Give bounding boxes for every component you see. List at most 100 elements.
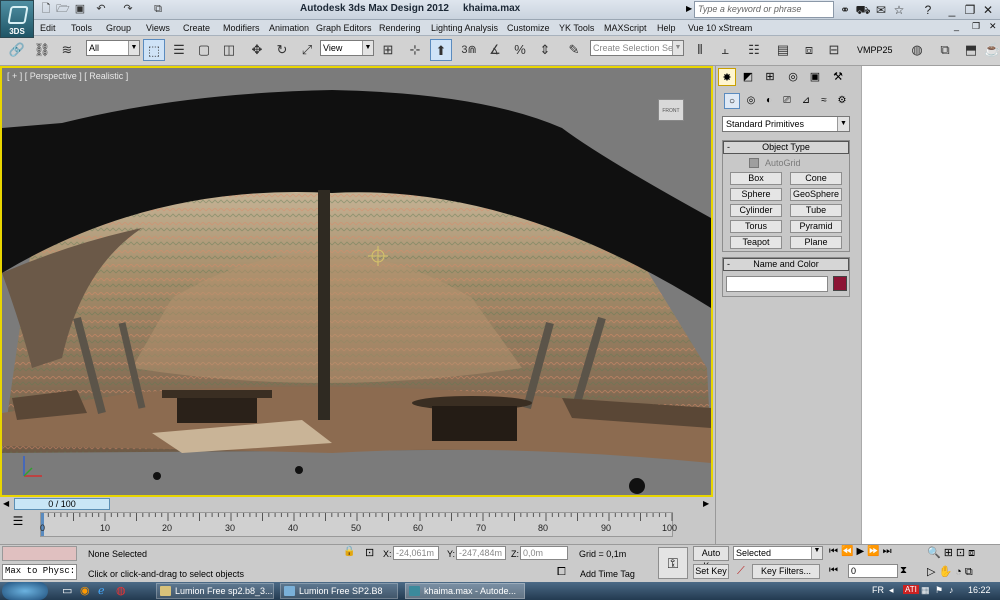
graphite-toolset-icon[interactable]: ▤ <box>772 39 794 61</box>
play-icon[interactable]: ▶ <box>856 546 867 557</box>
object-color-swatch[interactable] <box>833 276 847 291</box>
taskbar-item-3dsmax[interactable]: khaima.max - Autode... <box>405 583 525 599</box>
show-desktop-icon[interactable]: ▭ <box>62 584 72 597</box>
tray-expand-icon[interactable]: ◂ <box>889 585 894 596</box>
select-rotate-icon[interactable]: ↻ <box>271 39 293 61</box>
menu-edit[interactable]: Edit <box>40 23 56 33</box>
teapot-button[interactable]: Teapot <box>730 236 782 249</box>
ie-icon[interactable]: ℯ <box>98 584 105 597</box>
systems-icon[interactable]: ⚙ <box>834 93 850 109</box>
zoom-all-icon[interactable]: ⊞ <box>944 547 956 559</box>
key-mode-toggle-icon[interactable]: ⏮ <box>829 565 838 576</box>
doc-restore-button[interactable]: ❐ <box>972 21 980 32</box>
menu-rendering[interactable]: Rendering <box>379 23 421 33</box>
render-setup-icon[interactable]: ⧉ <box>934 39 956 61</box>
binoculars-icon[interactable]: ⚭ <box>837 2 853 18</box>
select-manipulate-icon[interactable]: ⊹ <box>404 39 426 61</box>
close-button[interactable]: ✕ <box>980 2 996 18</box>
autogrid-checkbox[interactable] <box>749 158 759 168</box>
chrome-icon[interactable]: ◍ <box>116 584 126 597</box>
hierarchy-tab-icon[interactable]: ⊞ <box>761 68 779 86</box>
material-editor-icon[interactable]: ◍ <box>906 39 928 61</box>
sphere-button[interactable]: Sphere <box>730 188 782 201</box>
next-frame-icon[interactable]: ⏩ <box>867 546 882 557</box>
window-crossing-icon[interactable]: ◫ <box>218 39 240 61</box>
mirror-icon[interactable]: ⫴ <box>689 39 711 61</box>
geosphere-button[interactable]: GeoSphere <box>790 188 842 201</box>
firefox-icon[interactable]: ◉ <box>80 584 90 597</box>
named-selection-set-input[interactable]: Create Selection Se ▼ <box>590 40 684 56</box>
helpers-icon[interactable]: ⊿ <box>798 93 814 109</box>
taskbar-item-lumion[interactable]: Lumion Free SP2.B8 <box>280 583 398 599</box>
menu-yk-tools[interactable]: YK Tools <box>559 23 594 33</box>
subscription-icon[interactable]: ⛟ <box>855 2 871 18</box>
search-input[interactable]: Type a keyword or phrase <box>694 1 834 18</box>
menu-customize[interactable]: Customize <box>507 23 550 33</box>
display-tab-icon[interactable]: ▣ <box>806 68 824 86</box>
pan-icon[interactable]: ✋ <box>938 566 955 578</box>
auto-key-button[interactable]: Auto Key <box>693 546 729 571</box>
start-button[interactable] <box>2 582 48 600</box>
expand-arrow-icon[interactable]: ▶ <box>686 4 692 13</box>
rectangular-region-icon[interactable]: ▢ <box>193 39 215 61</box>
time-slider-thumb[interactable]: 0 / 100 <box>14 498 110 510</box>
set-key-button[interactable]: Set Key <box>693 564 729 579</box>
selection-filter-select[interactable]: All ▼ <box>86 40 140 56</box>
add-time-tag[interactable]: Add Time Tag <box>580 569 635 579</box>
box-button[interactable]: Box <box>730 172 782 185</box>
menu-create[interactable]: Create <box>183 23 210 33</box>
favorites-star-icon[interactable]: ☆ <box>891 2 907 18</box>
bind-space-warp-icon[interactable]: ≋ <box>56 39 78 61</box>
tray-flag-icon[interactable]: ⚑ <box>935 585 943 596</box>
menu-animation[interactable]: Animation <box>269 23 309 33</box>
ati-icon[interactable]: ATI <box>903 585 919 594</box>
undo-icon[interactable]: ↶ <box>93 2 109 17</box>
tube-button[interactable]: Tube <box>790 204 842 217</box>
absolute-mode-icon[interactable]: ⊡ <box>365 546 374 559</box>
x-coordinate-field[interactable]: -24,061m <box>393 546 439 560</box>
geometry-icon[interactable]: ○ <box>724 93 740 109</box>
orbit-icon[interactable]: ◔ <box>955 566 965 578</box>
percent-snap-icon[interactable]: % <box>509 39 531 61</box>
key-mode-select[interactable]: Selected ▼ <box>733 546 823 560</box>
taskbar-item-lumion-folder[interactable]: Lumion Free sp2.b8_3.... <box>156 583 274 599</box>
object-type-header[interactable]: - Object Type <box>723 141 849 154</box>
time-slider-next-icon[interactable]: ▶ <box>703 499 709 508</box>
menu-tools[interactable]: Tools <box>71 23 92 33</box>
viewport-label[interactable]: [ + ] [ Perspective ] [ Realistic ] <box>7 71 128 81</box>
language-indicator[interactable]: FR <box>872 585 884 595</box>
current-frame-field[interactable]: 0 <box>848 564 898 578</box>
perspective-viewport[interactable]: [ + ] [ Perspective ] [ Realistic ] FRON… <box>0 66 713 497</box>
select-scale-icon[interactable]: ⤢ <box>296 39 318 61</box>
select-object-icon[interactable]: ⬚ <box>143 39 165 61</box>
schematic-view-icon[interactable]: ⊟ <box>823 39 845 61</box>
render-production-icon[interactable]: ☕ <box>984 39 1000 61</box>
project-folder-icon[interactable]: ⧉ <box>150 2 166 17</box>
menu-vue-xstream[interactable]: Vue 10 xStream <box>688 23 752 33</box>
time-slider-prev-icon[interactable]: ◀ <box>3 499 9 508</box>
layer-manager-icon[interactable]: ☷ <box>743 39 765 61</box>
angle-snap-icon[interactable]: ∡ <box>484 39 506 61</box>
menu-help[interactable]: Help <box>657 23 676 33</box>
tray-network-icon[interactable]: ▦ <box>921 585 930 596</box>
time-configuration-icon[interactable]: ⧗ <box>900 565 907 576</box>
y-coordinate-field[interactable]: -247,484m <box>456 546 506 560</box>
restore-button[interactable]: ❐ <box>962 2 978 18</box>
zoom-extents-icon[interactable]: ⊡ <box>956 547 968 559</box>
previous-frame-icon[interactable]: ⏪ <box>841 546 856 557</box>
menu-modifiers[interactable]: Modifiers <box>223 23 260 33</box>
zoom-extents-all-icon[interactable]: ⧈ <box>968 547 978 559</box>
object-name-input[interactable] <box>726 276 828 292</box>
cameras-icon[interactable]: ⎚ <box>779 93 795 109</box>
motion-tab-icon[interactable]: ◎ <box>784 68 802 86</box>
name-color-header[interactable]: - Name and Color <box>723 258 849 271</box>
go-to-end-icon[interactable]: ⏭ <box>883 546 895 557</box>
help-icon[interactable]: ? <box>920 2 936 18</box>
utilities-tab-icon[interactable]: ⚒ <box>829 68 847 86</box>
modify-tab-icon[interactable]: ◩ <box>739 68 757 86</box>
reference-coordinate-select[interactable]: View ▼ <box>320 40 374 56</box>
keyboard-shortcut-override-icon[interactable]: ⬆ <box>430 39 452 61</box>
torus-button[interactable]: Torus <box>730 220 782 233</box>
go-to-start-icon[interactable]: ⏮ <box>829 546 841 557</box>
snaps-toggle-icon[interactable]: 3⋒ <box>458 39 480 61</box>
